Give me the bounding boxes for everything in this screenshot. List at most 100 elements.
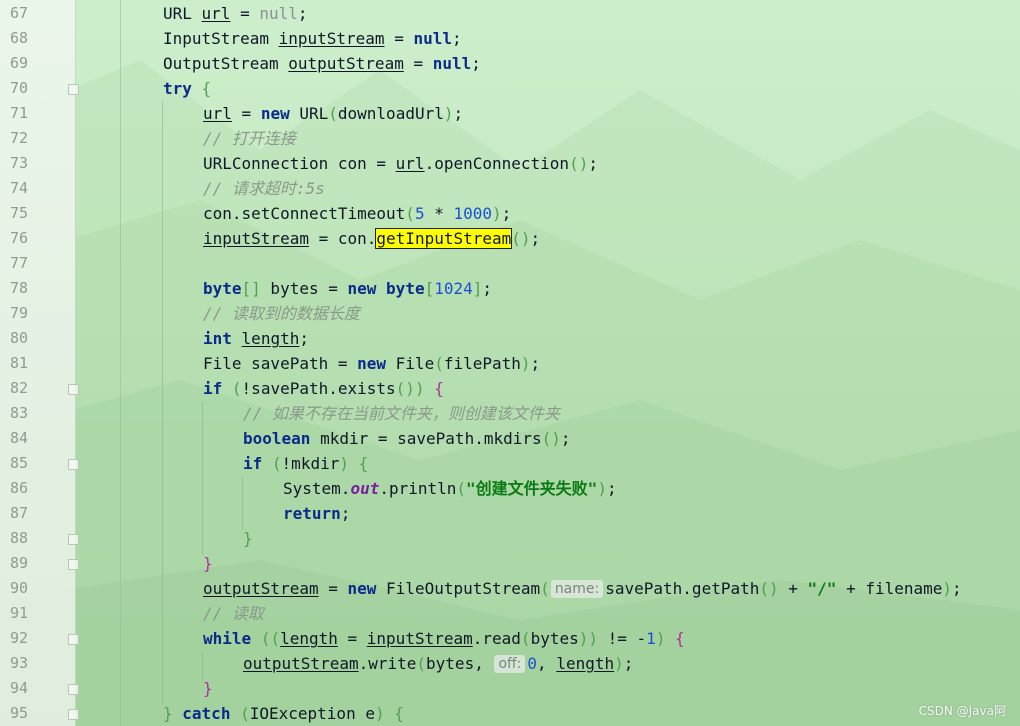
code-text[interactable]: url = new URL(downloadUrl); [203, 101, 463, 126]
code-line[interactable]: 88} [0, 526, 1020, 551]
code-line[interactable]: 71 url = new URL(downloadUrl); [0, 101, 1020, 126]
fold-marker-icon[interactable] [68, 634, 79, 645]
code-text[interactable]: URLConnection con = url.openConnection()… [203, 151, 598, 176]
code-text[interactable]: con.setConnectTimeout(5 * 1000); [203, 201, 511, 226]
fold-marker-icon[interactable] [68, 459, 79, 470]
code-token: )) [578, 629, 598, 648]
code-line[interactable]: 79 // 读取到的数据长度 [0, 301, 1020, 326]
code-token: new [357, 354, 387, 373]
code-text[interactable]: File savePath = new File(filePath); [203, 351, 540, 376]
code-line[interactable]: 78 byte[] bytes = new byte[1024]; [0, 276, 1020, 301]
code-token: = [403, 54, 433, 73]
code-token: // 打开连接 [203, 129, 296, 148]
code-line[interactable]: 81 File savePath = new File(filePath); [0, 351, 1020, 376]
fold-marker-icon[interactable] [68, 534, 79, 545]
code-line[interactable]: 89} [0, 551, 1020, 576]
code-text[interactable]: // 如果不存在当前文件夹，则创建该文件夹 [243, 401, 560, 426]
code-text[interactable]: // 请求超时:5s [203, 176, 325, 201]
fold-marker-icon[interactable] [68, 84, 79, 95]
code-text[interactable]: // 读取到的数据长度 [203, 301, 360, 326]
fold-marker-icon[interactable] [68, 684, 79, 695]
code-text[interactable]: int length; [203, 326, 309, 351]
code-text[interactable]: if (!mkdir) { [243, 451, 368, 476]
code-line[interactable]: 83 // 如果不存在当前文件夹，则创建该文件夹 [0, 401, 1020, 426]
code-text[interactable]: } catch (IOException e) { [163, 701, 404, 726]
code-token: = [384, 29, 414, 48]
code-line[interactable]: 84 boolean mkdir = savePath.mkdirs(); [0, 426, 1020, 451]
line-number: 87 [9, 504, 28, 522]
code-line[interactable]: 92 while ((length = inputStream.read(byte… [0, 626, 1020, 651]
code-line[interactable]: 91 // 读取 [0, 601, 1020, 626]
code-editor[interactable]: 67 URL url = null; 68 InputStream inputStre… [0, 0, 1020, 726]
code-line[interactable]: 80 int length; [0, 326, 1020, 351]
code-text[interactable]: if (!savePath.exists()) { [203, 376, 444, 401]
code-token: if [243, 454, 263, 473]
code-line[interactable]: 68 InputStream inputStream = null; [0, 26, 1020, 51]
code-line[interactable]: 77 [0, 251, 1020, 276]
code-token: while [203, 629, 252, 648]
fold-marker-icon[interactable] [68, 384, 79, 395]
code-token: bytes = [260, 279, 348, 298]
code-line[interactable]: 85 if (!mkdir) { [0, 451, 1020, 476]
code-text[interactable]: OutputStream outputStream = null; [163, 51, 481, 76]
code-text[interactable]: byte[] bytes = new byte[1024]; [203, 276, 492, 301]
code-text[interactable]: // 打开连接 [203, 126, 296, 151]
line-number: 81 [9, 354, 28, 372]
code-text[interactable]: return; [283, 501, 350, 526]
code-token: { [201, 79, 212, 98]
code-line[interactable]: 90 outputStream = new FileOutputStream(na… [0, 576, 1020, 601]
code-text[interactable]: } [203, 676, 213, 701]
code-line[interactable]: 94} [0, 676, 1020, 701]
code-line[interactable]: 69 OutputStream outputStream = null; [0, 51, 1020, 76]
code-line[interactable]: 76 inputStream = con.getInputStream(); [0, 226, 1020, 251]
code-line[interactable]: 75 con.setConnectTimeout(5 * 1000); [0, 201, 1020, 226]
fold-marker-icon[interactable] [68, 709, 79, 720]
code-line[interactable]: 87 return; [0, 501, 1020, 526]
code-token: } [203, 554, 213, 573]
code-token: ( [231, 379, 242, 398]
code-token: url [201, 4, 231, 23]
code-token: File savePath = [203, 354, 358, 373]
code-line[interactable]: 72 // 打开连接 [0, 126, 1020, 151]
line-number: 93 [9, 654, 28, 672]
code-line[interactable]: 82 if (!savePath.exists()) { [0, 376, 1020, 401]
code-text[interactable]: } [203, 551, 213, 576]
code-text[interactable]: boolean mkdir = savePath.mkdirs(); [243, 426, 571, 451]
code-token: [ [424, 279, 435, 298]
code-line[interactable]: 93 outputStream.write(bytes, off: 0, lengt… [0, 651, 1020, 676]
code-token: * [424, 204, 454, 223]
code-token: ) [614, 654, 624, 673]
fold-marker-icon[interactable] [68, 559, 79, 570]
code-text[interactable]: while ((length = inputStream.read(bytes)… [203, 626, 685, 651]
code-line[interactable]: 73 URLConnection con = url.openConnection… [0, 151, 1020, 176]
code-text[interactable]: InputStream inputStream = null; [163, 26, 462, 51]
line-number: 72 [9, 129, 28, 147]
code-text[interactable]: outputStream.write(bytes, off: 0, length)… [243, 651, 633, 676]
line-number: 89 [9, 554, 28, 572]
code-token: new [347, 279, 377, 298]
code-token: bytes [530, 629, 579, 648]
code-text[interactable]: } [243, 526, 253, 551]
code-token: 1000 [453, 204, 493, 223]
code-text[interactable]: // 读取 [203, 601, 264, 626]
code-text[interactable]: inputStream = con.getInputStream(); [203, 226, 540, 251]
code-text[interactable]: try { [163, 76, 211, 101]
code-line[interactable]: 95} catch (IOException e) { [0, 701, 1020, 726]
code-line[interactable]: 70 try { [0, 76, 1020, 101]
code-token: ) [492, 204, 502, 223]
code-token: url [203, 104, 232, 123]
code-token: URL [163, 4, 202, 23]
code-token: savePath.getPath [605, 579, 760, 598]
code-text[interactable]: outputStream = new FileOutputStream(name… [203, 576, 962, 601]
code-line[interactable]: 67 URL url = null; [0, 1, 1020, 26]
code-token: 5 [414, 204, 425, 223]
code-line[interactable]: 74 // 请求超时:5s [0, 176, 1020, 201]
line-number: 79 [9, 304, 28, 322]
code-text[interactable]: URL url = null; [163, 1, 308, 26]
line-number: 91 [9, 604, 28, 622]
code-text[interactable]: System.out.println("创建文件夹失败"); [283, 476, 617, 501]
code-line[interactable]: 86 System.out.println("创建文件夹失败"); [0, 476, 1020, 501]
